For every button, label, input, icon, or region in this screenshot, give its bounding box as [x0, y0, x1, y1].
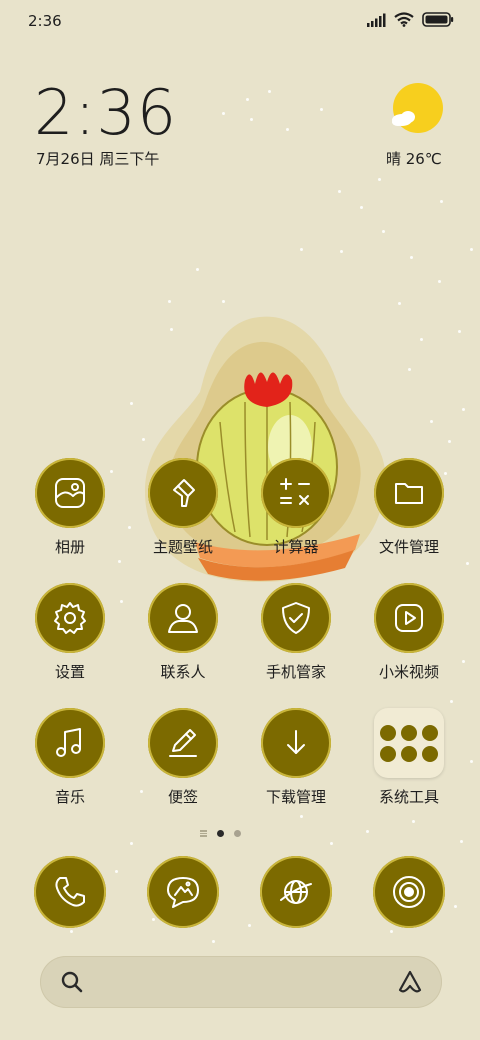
battery-icon — [422, 12, 454, 27]
app-gear[interactable]: 设置 — [15, 583, 125, 682]
search-icon[interactable] — [60, 970, 84, 994]
app-label: 音乐 — [54, 788, 85, 806]
gear-icon[interactable] — [35, 583, 105, 653]
app-label: 主题壁纸 — [152, 538, 213, 556]
app-label: 手机管家 — [265, 663, 326, 681]
app-folder[interactable]: 文件管理 — [354, 458, 464, 557]
app-label: 系统工具 — [378, 788, 439, 806]
app-brush[interactable]: 主题壁纸 — [128, 458, 238, 557]
page-dot[interactable] — [234, 829, 241, 837]
folder-icon[interactable] — [374, 458, 444, 528]
xiaoai-assistant-icon[interactable] — [396, 968, 424, 996]
app-label: 联系人 — [160, 663, 206, 681]
app-label: 小米视频 — [378, 663, 439, 681]
app-gallery[interactable]: 相册 — [15, 458, 125, 557]
mini-app-icon — [401, 724, 417, 741]
app-music-note[interactable]: 音乐 — [15, 708, 125, 807]
app-person[interactable]: 联系人 — [128, 583, 238, 682]
status-bar-time: 2:36 — [28, 12, 62, 30]
folder-tools-icon[interactable] — [374, 708, 444, 778]
gallery-icon[interactable] — [35, 458, 105, 528]
dock-browser[interactable] — [241, 856, 351, 928]
mini-app-icon — [422, 745, 438, 762]
signal-icon — [367, 13, 386, 27]
dock-phone[interactable] — [15, 856, 125, 928]
mini-app-icon — [380, 745, 396, 762]
wifi-icon — [394, 12, 414, 27]
play-icon[interactable] — [374, 583, 444, 653]
app-label: 文件管理 — [378, 538, 439, 556]
download-icon[interactable] — [261, 708, 331, 778]
calculator-icon[interactable] — [261, 458, 331, 528]
pen-icon[interactable] — [148, 708, 218, 778]
sunny-cloud-icon[interactable] — [390, 82, 446, 142]
search-bar[interactable] — [40, 956, 442, 1008]
shield-icon[interactable] — [261, 583, 331, 653]
weather-text[interactable]: 晴 26℃ — [386, 148, 442, 169]
music-note-icon[interactable] — [35, 708, 105, 778]
app-play[interactable]: 小米视频 — [354, 583, 464, 682]
clock-time[interactable]: 2:36 — [34, 76, 177, 149]
person-icon[interactable] — [148, 583, 218, 653]
dock-camera[interactable] — [354, 856, 464, 928]
mini-app-icon — [401, 745, 417, 762]
app-label: 下载管理 — [265, 788, 326, 806]
phone-icon[interactable] — [34, 856, 106, 928]
page-indicator[interactable] — [200, 829, 241, 838]
status-bar-icons — [366, 12, 454, 27]
mini-app-icon — [380, 724, 396, 741]
message-icon[interactable] — [147, 856, 219, 928]
page-list-icon[interactable] — [200, 829, 207, 838]
app-download[interactable]: 下载管理 — [241, 708, 351, 807]
brush-icon[interactable] — [148, 458, 218, 528]
browser-icon[interactable] — [260, 856, 332, 928]
app-label: 设置 — [54, 663, 85, 681]
mini-app-icon — [422, 724, 438, 741]
cactus-wallpaper-illustration — [145, 316, 386, 582]
app-label: 相册 — [54, 538, 85, 556]
page-dot-active[interactable] — [217, 829, 224, 837]
app-label: 计算器 — [273, 538, 319, 556]
camera-icon[interactable] — [373, 856, 445, 928]
clock-date[interactable]: 7月26日 周三下午 — [36, 148, 159, 169]
app-pen[interactable]: 便签 — [128, 708, 238, 807]
app-folder-tools[interactable]: 系统工具 — [354, 708, 464, 807]
dock-message[interactable] — [128, 856, 238, 928]
app-shield[interactable]: 手机管家 — [241, 583, 351, 682]
app-calculator[interactable]: 计算器 — [241, 458, 351, 557]
app-label: 便签 — [167, 788, 198, 806]
